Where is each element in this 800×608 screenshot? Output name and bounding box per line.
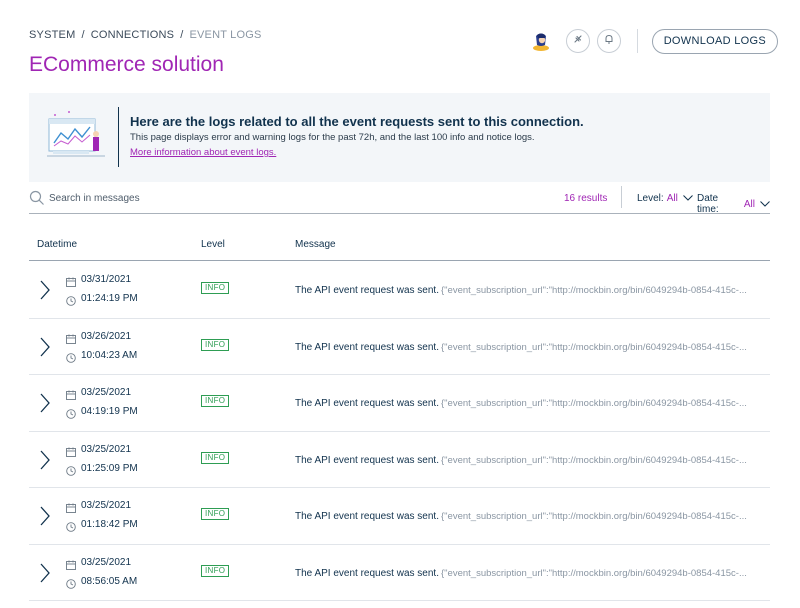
column-header-datetime: Datetime <box>37 239 78 250</box>
clock-icon <box>66 350 76 363</box>
clock-icon <box>66 576 76 589</box>
row-time: 04:19:19 PM <box>81 406 138 417</box>
logs-toolbar: 16 results Level: All Date time: All <box>29 186 770 215</box>
row-date: 03/31/2021 <box>81 274 132 285</box>
datetime-filter[interactable]: Date time: All <box>697 193 770 215</box>
calendar-icon <box>66 274 76 287</box>
datetime-filter-value: All <box>743 198 755 210</box>
toolbar-divider <box>621 186 622 208</box>
table-row[interactable]: 03/25/2021 01:18:42 PM INFO The API even… <box>29 488 770 545</box>
calendar-icon <box>66 331 76 344</box>
row-date: 03/25/2021 <box>81 387 132 398</box>
clock-icon <box>66 293 76 306</box>
info-banner: Here are the logs related to all the eve… <box>29 93 770 182</box>
header-actions: DOWNLOAD LOGS <box>530 28 778 54</box>
chevron-right-icon[interactable] <box>38 505 52 527</box>
bell-icon <box>603 32 615 50</box>
row-date: 03/25/2021 <box>81 556 132 568</box>
chevron-down-icon <box>678 193 693 204</box>
chevron-right-icon[interactable] <box>38 336 52 358</box>
datetime-filter-label: Date time: <box>697 193 719 215</box>
chevron-right-icon[interactable] <box>38 449 52 471</box>
row-time: 01:25:09 PM <box>81 462 138 474</box>
download-logs-button[interactable]: DOWNLOAD LOGS <box>651 28 778 54</box>
tag-icon <box>572 32 584 50</box>
table-body: 03/31/2021 01:24:19 PM INFO The API even… <box>29 262 770 601</box>
banner-text: This page displays error and warning log… <box>130 132 535 143</box>
calendar-icon <box>66 387 76 400</box>
level-badge: INFO <box>201 564 230 577</box>
avatar[interactable] <box>530 30 552 52</box>
row-date: 03/25/2021 <box>81 443 132 455</box>
row-payload: {"event_subscription_url":"http://mockbi… <box>441 511 747 522</box>
column-header-message: Message <box>295 239 336 250</box>
breadcrumb-item-system[interactable]: SYSTEM <box>29 29 75 41</box>
row-payload: {"event_subscription_url":"http://mockbi… <box>441 341 747 353</box>
row-time: 01:24:19 PM <box>81 293 138 304</box>
chevron-right-icon[interactable] <box>38 279 52 301</box>
table-row[interactable]: 03/25/2021 04:19:19 PM INFO The API even… <box>29 375 770 432</box>
search-icon <box>29 190 45 206</box>
breadcrumb-separator: / <box>180 29 184 41</box>
table-row[interactable]: 03/25/2021 08:56:05 AM INFO The API even… <box>29 545 770 601</box>
breadcrumb-separator: / <box>81 29 85 41</box>
notifications-button[interactable] <box>596 29 621 53</box>
row-message: The API event request was sent. <box>295 285 439 296</box>
level-filter[interactable]: Level: All <box>637 193 693 204</box>
level-badge: INFO <box>201 395 230 407</box>
event-logs-info-link[interactable]: More information about event logs. <box>130 147 276 158</box>
banner-separator <box>118 107 119 167</box>
column-header-level: Level <box>201 239 225 250</box>
chevron-right-icon[interactable] <box>38 562 52 584</box>
chevron-right-icon[interactable] <box>38 392 52 414</box>
row-payload: {"event_subscription_url":"http://mockbi… <box>441 454 747 466</box>
table-row[interactable]: 03/31/2021 01:24:19 PM INFO The API even… <box>29 262 770 319</box>
level-badge: INFO <box>201 451 230 464</box>
header-divider <box>636 29 638 53</box>
clock-icon <box>66 406 76 419</box>
level-filter-value: All <box>666 193 678 204</box>
row-date: 03/25/2021 <box>81 500 132 511</box>
table-row[interactable]: 03/26/2021 10:04:23 AM INFO The API even… <box>29 319 770 375</box>
breadcrumb-item-event-logs: EVENT LOGS <box>189 29 262 41</box>
breadcrumb: SYSTEM / CONNECTIONS / EVENT LOGS <box>29 29 262 41</box>
level-badge: INFO <box>201 282 230 294</box>
calendar-icon <box>66 500 76 513</box>
calendar-icon <box>66 444 76 457</box>
tag-button[interactable] <box>565 29 590 53</box>
level-badge: INFO <box>201 508 230 520</box>
logs-illustration-icon <box>45 109 109 163</box>
page-title: ECommerce solution <box>29 53 224 76</box>
row-message: The API event request was sent. <box>295 511 439 522</box>
banner-title: Here are the logs related to all the eve… <box>130 114 584 129</box>
chevron-down-icon <box>755 199 770 210</box>
row-message: The API event request was sent. <box>295 567 439 579</box>
row-payload: {"event_subscription_url":"http://mockbi… <box>441 285 747 296</box>
table-row[interactable]: 03/25/2021 01:25:09 PM INFO The API even… <box>29 432 770 488</box>
clock-icon <box>66 463 76 476</box>
row-time: 10:04:23 AM <box>81 349 138 361</box>
row-message: The API event request was sent. <box>295 454 439 466</box>
row-message: The API event request was sent. <box>295 341 439 353</box>
level-badge: INFO <box>201 338 230 351</box>
level-filter-label: Level: <box>637 193 664 204</box>
clock-icon <box>66 519 76 532</box>
row-message: The API event request was sent. <box>295 398 439 409</box>
row-time: 08:56:05 AM <box>81 575 138 587</box>
row-payload: {"event_subscription_url":"http://mockbi… <box>441 567 747 579</box>
breadcrumb-item-connections[interactable]: CONNECTIONS <box>91 29 174 41</box>
search-input[interactable] <box>49 190 449 206</box>
table-header: Datetime Level Message <box>29 233 770 261</box>
calendar-icon <box>66 557 76 570</box>
results-count: 16 results <box>564 193 608 204</box>
row-payload: {"event_subscription_url":"http://mockbi… <box>441 398 747 409</box>
row-date: 03/26/2021 <box>81 330 132 342</box>
row-time: 01:18:42 PM <box>81 519 138 530</box>
